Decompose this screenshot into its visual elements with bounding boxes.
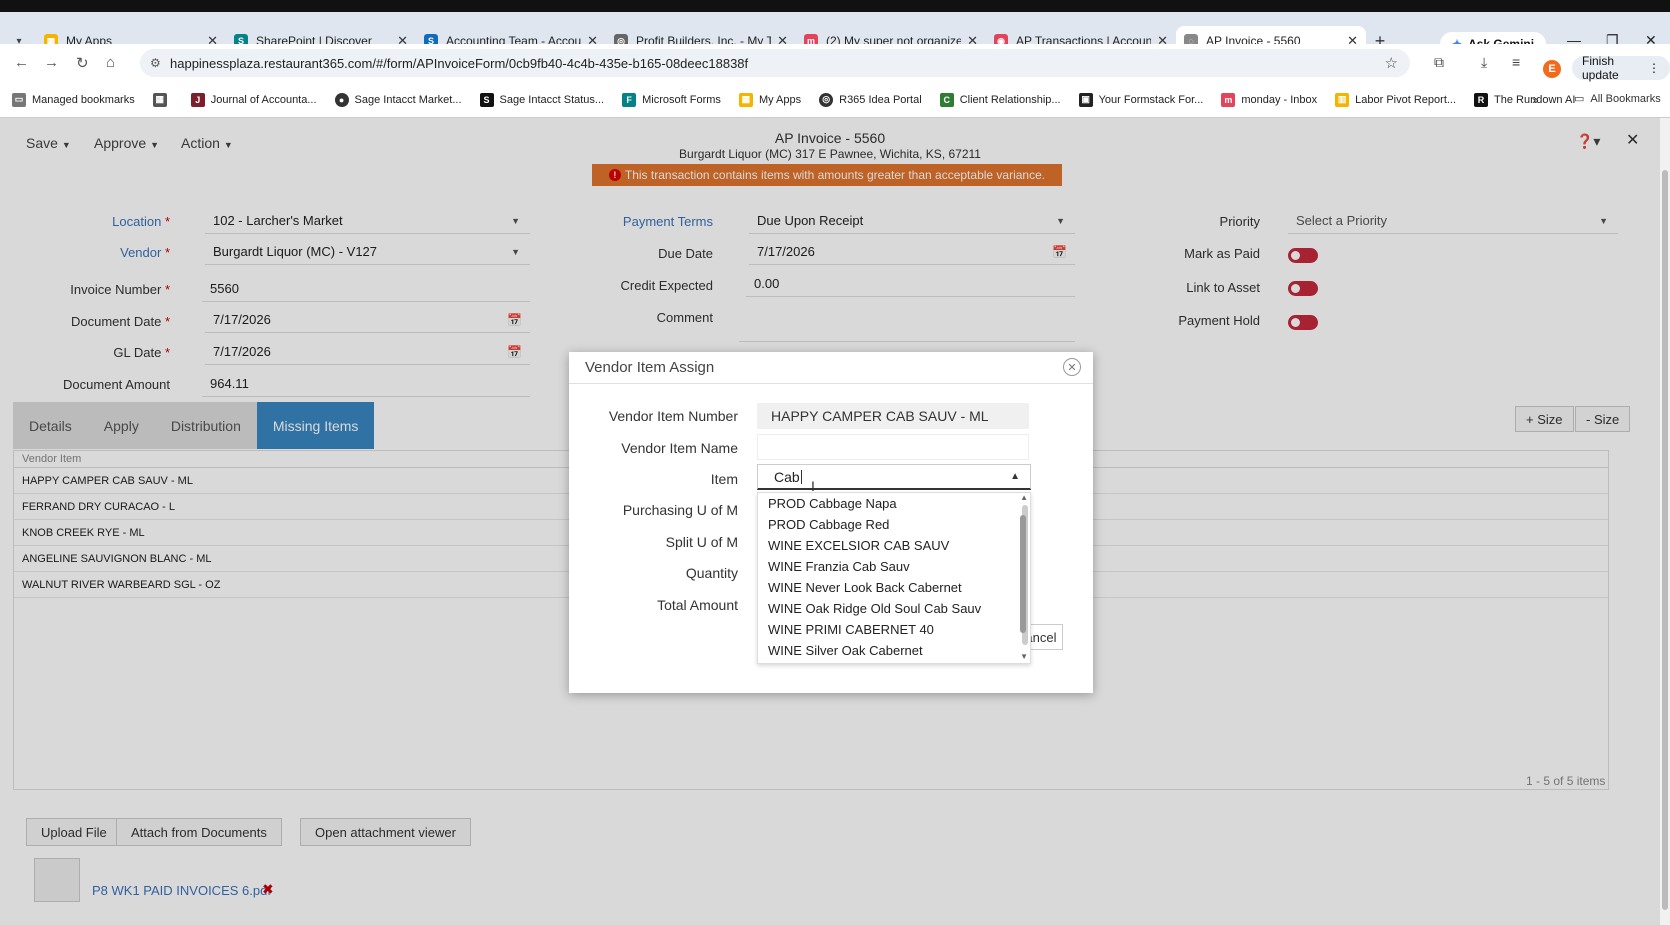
- forward-icon[interactable]: →: [44, 54, 59, 71]
- list-item[interactable]: WINE Silver Oak Cabernet: [758, 640, 1030, 661]
- list-item[interactable]: WINE PRIMI CABERNET 40: [758, 619, 1030, 640]
- finish-update-label: Finish update: [1582, 54, 1619, 82]
- item-dropdown-list: PROD Cabbage Napa PROD Cabbage Red WINE …: [757, 492, 1031, 664]
- bookmark-favicon-icon: ●: [334, 92, 349, 107]
- purchasing-uom-label: Purchasing U of M: [622, 502, 738, 518]
- split-uom-label: Split U of M: [665, 534, 738, 550]
- download-icon[interactable]: ⤓: [1481, 54, 1487, 71]
- address-bar-row: ← → ↻ ⌂ ⚙ happinessplaza.restaurant365.c…: [0, 44, 1670, 82]
- vendor-item-number-label: Vendor Item Number: [608, 408, 738, 424]
- bookmarks-bar: ▭ Managed bookmarks ▦ J Journal of Account…: [0, 82, 1670, 118]
- bookmark-favicon-icon: F: [622, 92, 637, 107]
- apps-grid-icon[interactable]: ▦: [152, 92, 173, 107]
- all-bookmarks-button[interactable]: ▭ All Bookmarks: [1574, 92, 1661, 106]
- vendor-item-assign-dialog: Vendor Item Assign ✕ Vendor Item Number …: [569, 352, 1093, 693]
- dialog-close-icon[interactable]: ✕: [1063, 358, 1081, 376]
- bookmark-label: Client Relationship...: [959, 93, 1061, 106]
- url-text: happinessplaza.restaurant365.com/#/form/…: [170, 55, 749, 71]
- reload-icon[interactable]: ↻: [76, 54, 89, 72]
- bookmark-label: monday - Inbox: [1241, 93, 1318, 106]
- list-item[interactable]: WINE Never Look Back Cabernet: [758, 577, 1030, 598]
- item-label: Item: [710, 471, 738, 487]
- extensions-icon[interactable]: ⧉: [1434, 54, 1444, 71]
- vendor-item-number-value: HAPPY CAMPER CAB SAUV - ML: [771, 408, 989, 424]
- page-scrollbar[interactable]: [1660, 118, 1670, 925]
- bookmark-label: Managed bookmarks: [32, 93, 135, 106]
- bookmark-item[interactable]: J Journal of Accounta...: [190, 92, 317, 107]
- bookmark-item[interactable]: m monday - Inbox: [1221, 92, 1318, 107]
- bookmark-item[interactable]: ▭ Managed bookmarks: [12, 92, 135, 107]
- profile-avatar[interactable]: E: [1543, 60, 1561, 78]
- bookmark-label: Journal of Accounta...: [210, 93, 317, 106]
- bookmark-item[interactable]: ● Sage Intacct Market...: [334, 92, 462, 107]
- list-item[interactable]: WINE EXCELSIOR CAB SAUV: [758, 535, 1030, 556]
- dialog-title: Vendor Item Assign: [569, 352, 1093, 384]
- bookmark-favicon-icon: R: [1474, 92, 1489, 107]
- bookmark-item[interactable]: R The Rundown AI: [1474, 92, 1575, 107]
- vendor-item-name-input[interactable]: [757, 434, 1029, 460]
- folder-icon: ▭: [1574, 93, 1585, 105]
- dropdown-scrollbar-thumb[interactable]: [1020, 515, 1026, 633]
- bookmark-label: Sage Intacct Market...: [354, 93, 462, 106]
- bookmark-item[interactable]: ▥ Labor Pivot Report...: [1335, 92, 1457, 107]
- home-icon[interactable]: ⌂: [106, 54, 115, 71]
- bookmark-item[interactable]: ◎ R365 Idea Portal: [819, 92, 922, 107]
- bookmark-label: My Apps: [758, 93, 802, 106]
- url-input[interactable]: ⚙ happinessplaza.restaurant365.com/#/for…: [140, 49, 1410, 77]
- bookmark-item[interactable]: F Microsoft Forms: [622, 92, 721, 107]
- grid-icon: ▦: [152, 92, 167, 107]
- bookmarks-overflow-icon[interactable]: »: [1532, 93, 1539, 107]
- bookmark-favicon-icon: J: [190, 92, 205, 107]
- item-combobox-input[interactable]: Cab ▲: [757, 464, 1031, 490]
- finish-update-button[interactable]: Finish update ⋮: [1572, 54, 1670, 82]
- scroll-down-arrow-icon[interactable]: ▼: [1020, 652, 1028, 661]
- bookmark-favicon-icon: m: [1221, 92, 1236, 107]
- folder-icon: ▭: [12, 92, 26, 107]
- bookmark-item[interactable]: ▦ My Apps: [738, 92, 802, 107]
- bookmark-item[interactable]: ▣ Your Formstack For...: [1078, 92, 1204, 107]
- bookmark-item[interactable]: C Client Relationship...: [939, 92, 1061, 107]
- quantity-label: Quantity: [685, 565, 738, 581]
- bookmark-favicon-icon: C: [939, 92, 954, 107]
- bookmark-star-icon[interactable]: ☆: [1385, 54, 1398, 72]
- more-menu-icon: ⋮: [1648, 61, 1660, 75]
- total-amount-label: Total Amount: [657, 597, 738, 613]
- bookmark-label: Your Formstack For...: [1098, 93, 1204, 106]
- bookmark-item[interactable]: S Sage Intacct Status...: [479, 92, 605, 107]
- back-icon[interactable]: ←: [14, 54, 29, 71]
- bookmark-label: Labor Pivot Report...: [1355, 93, 1457, 106]
- media-control-icon[interactable]: ≡: [1512, 54, 1520, 70]
- bookmark-favicon-icon: ▦: [738, 92, 753, 107]
- scrollbar-thumb[interactable]: [1662, 170, 1668, 910]
- all-bookmarks-label: All Bookmarks: [1590, 92, 1661, 105]
- list-item[interactable]: PROD Cabbage Napa: [758, 493, 1030, 514]
- list-item[interactable]: PROD Cabbage Red: [758, 514, 1030, 535]
- bookmark-label: Sage Intacct Status...: [499, 93, 605, 106]
- item-typed-value: Cab: [774, 468, 800, 485]
- bookmark-favicon-icon: S: [479, 92, 494, 107]
- browser-tab-bar: ▾ ▦ My Apps ✕ S SharePoint | Discover ✕ S Acc…: [0, 0, 1670, 56]
- bookmark-favicon-icon: ▣: [1078, 92, 1093, 107]
- bookmark-label: R365 Idea Portal: [839, 93, 922, 106]
- bookmark-label: Microsoft Forms: [642, 93, 721, 106]
- vendor-item-name-label: Vendor Item Name: [621, 440, 738, 456]
- site-info-icon[interactable]: ⚙: [150, 56, 161, 70]
- vendor-item-number-input[interactable]: HAPPY CAMPER CAB SAUV - ML: [757, 403, 1029, 429]
- bookmark-favicon-icon: ▥: [1335, 92, 1350, 107]
- scroll-up-arrow-icon[interactable]: ▲: [1020, 493, 1028, 502]
- list-item[interactable]: WINE Franzia Cab Sauv: [758, 556, 1030, 577]
- list-item[interactable]: WINE Oak Ridge Old Soul Cab Sauv: [758, 598, 1030, 619]
- bookmark-favicon-icon: ◎: [819, 92, 834, 107]
- chevron-up-icon[interactable]: ▲: [1010, 471, 1020, 482]
